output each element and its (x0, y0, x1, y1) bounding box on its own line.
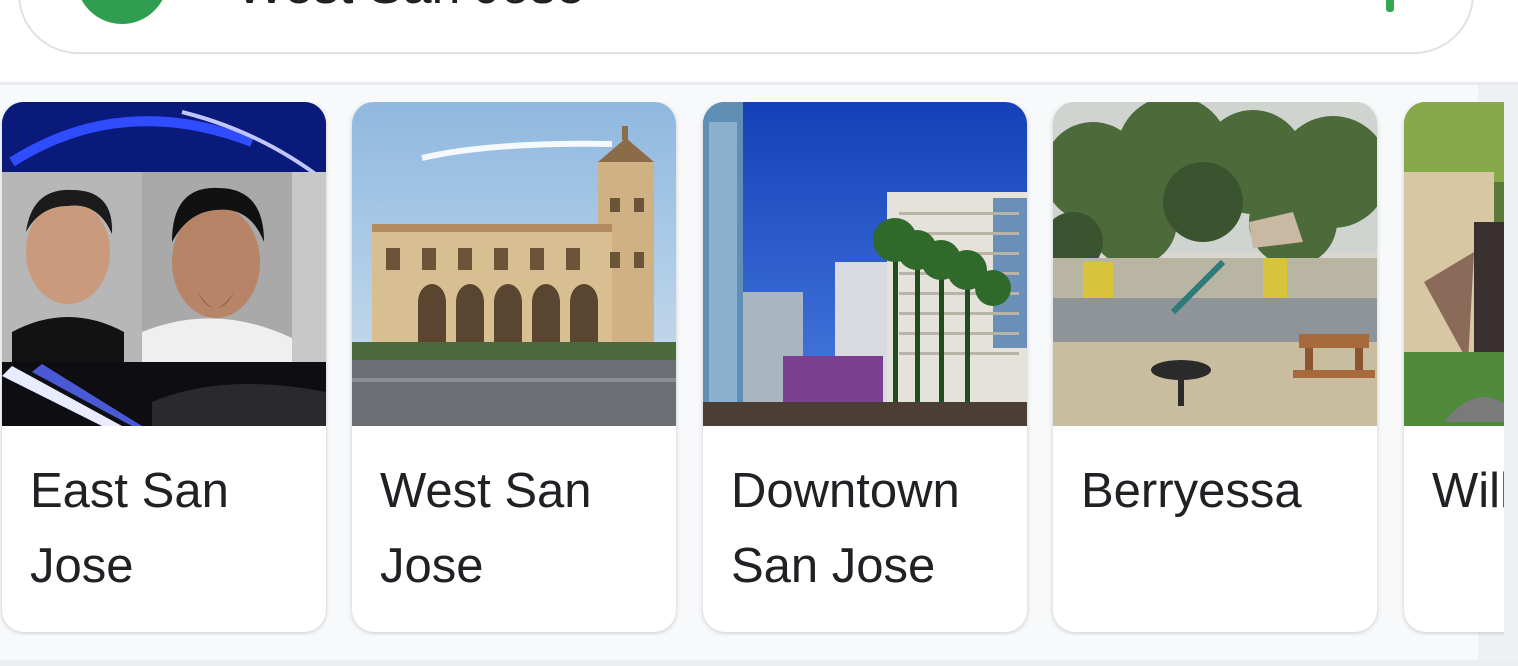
mugshot-photo (2, 102, 326, 426)
neighborhood-label: Downtown San Jose (731, 464, 960, 593)
page: West San Jose (0, 0, 1518, 666)
neighborhood-label: East San Jose (30, 464, 229, 593)
neighborhood-label: Berryessa (1081, 464, 1302, 518)
neighborhood-sign-photo (1404, 102, 1504, 426)
microphone-icon[interactable] (1386, 0, 1394, 12)
google-logo-icon (76, 0, 168, 24)
downtown-skyline-photo (703, 102, 1027, 426)
neighborhood-label: Willow Glen (1432, 464, 1504, 518)
neighborhood-card-downtown-san-jose[interactable]: Downtown San Jose (703, 102, 1027, 632)
neighborhood-card-west-san-jose[interactable]: West San Jose (352, 102, 676, 632)
neighborhood-label: West San Jose (380, 464, 592, 593)
neighborhood-card-berryessa[interactable]: Berryessa (1053, 102, 1377, 632)
neighborhood-card-willow-glen[interactable]: Willow Glen (1404, 102, 1504, 632)
neighborhood-carousel[interactable]: East San Jose West San Jose Downtown San… (0, 102, 1504, 636)
search-bar[interactable]: West San Jose (18, 0, 1474, 54)
panel-bottom-divider (0, 660, 1518, 666)
park-playground-photo (1053, 102, 1377, 426)
neighborhood-card-east-san-jose[interactable]: East San Jose (2, 102, 326, 632)
search-query-text[interactable]: West San Jose (236, 0, 585, 16)
historic-building-photo (352, 102, 676, 426)
